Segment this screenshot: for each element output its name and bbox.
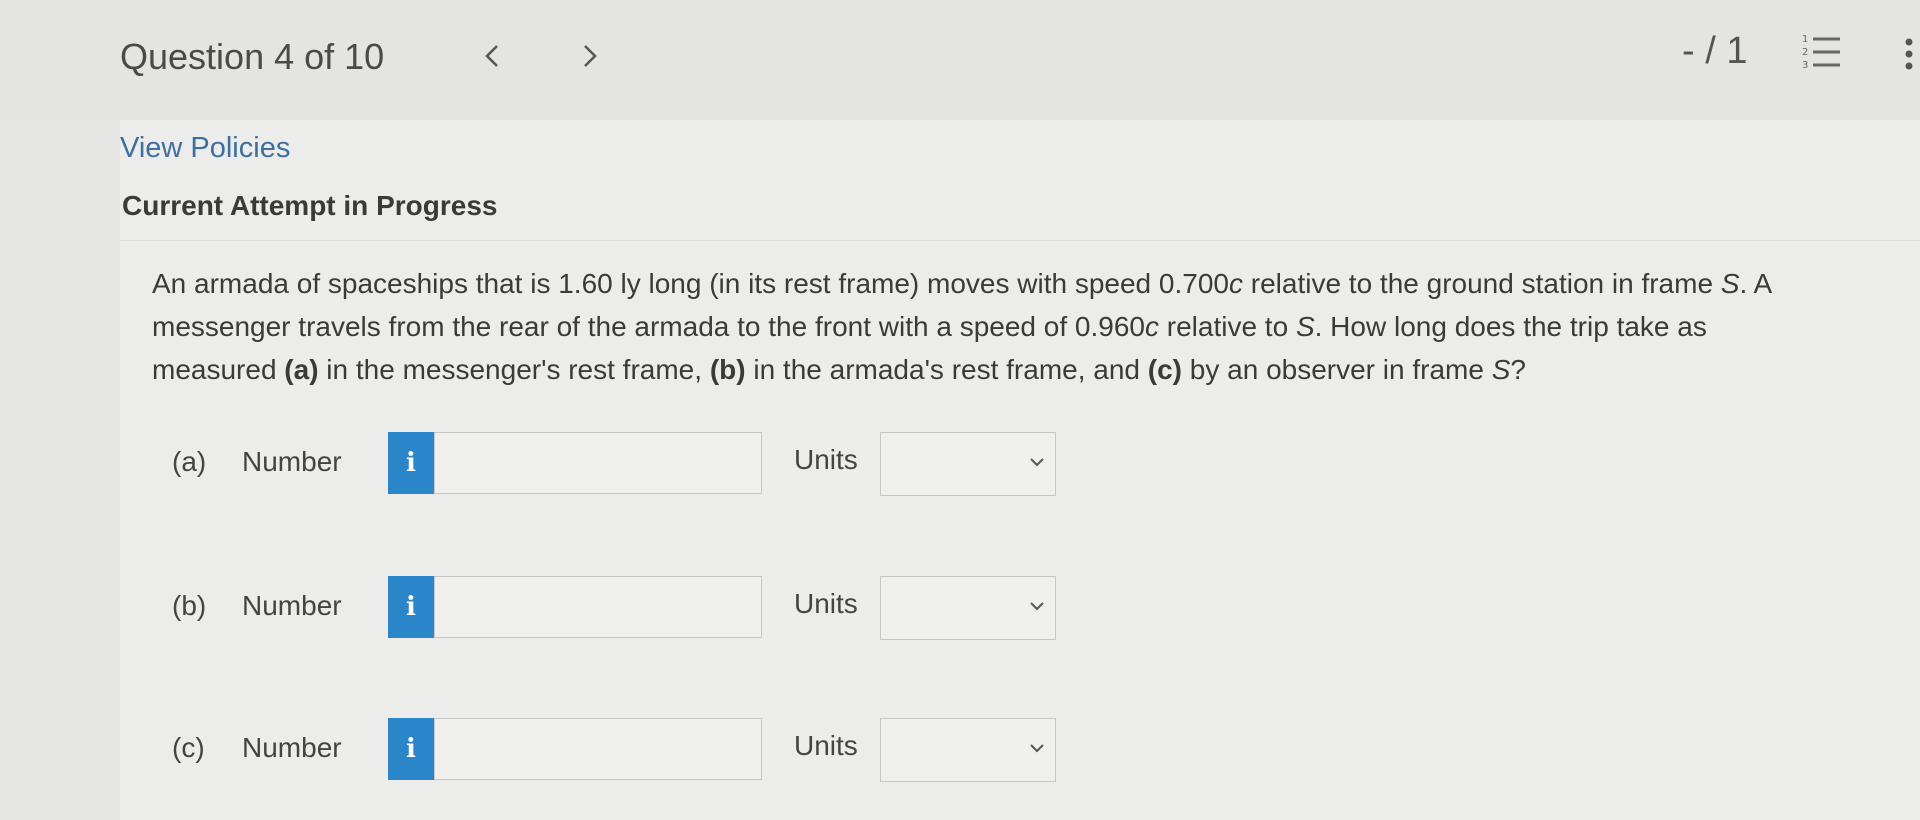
more-vertical-icon [1905, 38, 1913, 70]
question-line-2: messenger travels from the rear of the a… [152, 305, 1912, 348]
question-text-segment: measured [152, 354, 285, 385]
numbered-list-icon: 1 2 3 [1802, 34, 1840, 71]
answer-row-b: (b) Number i Units [120, 576, 1120, 640]
view-policies-link[interactable]: View Policies [120, 132, 290, 165]
question-line-3: measured (a) in the messenger's rest fra… [152, 348, 1912, 391]
svg-text:3: 3 [1802, 60, 1808, 71]
units-label: Units [794, 444, 858, 475]
question-text-segment: messenger travels from the rear of the a… [152, 311, 1145, 342]
attempt-status: Current Attempt in Progress [122, 190, 498, 221]
question-text-segment: An armada of spaceships that is 1.60 ly … [152, 268, 1229, 299]
question-list-button[interactable]: 1 2 3 [1800, 30, 1844, 74]
units-select-b[interactable] [880, 576, 1056, 640]
svg-text:2: 2 [1802, 47, 1808, 58]
chevron-down-icon [1030, 458, 1044, 467]
question-text-segment: in the armada's rest frame, and [745, 354, 1148, 385]
units-select-c[interactable] [880, 718, 1056, 782]
info-icon: i [406, 448, 416, 478]
info-icon: i [406, 734, 416, 764]
info-icon: i [406, 592, 416, 622]
question-text-segment: . How long does the trip take as [1314, 311, 1707, 342]
question-text-segment: relative to the ground station in frame [1242, 268, 1721, 299]
question-counter: Question 4 of 10 [120, 36, 385, 77]
divider [120, 240, 1920, 241]
part-marker: (b) [709, 354, 746, 385]
part-label: (b) [172, 590, 207, 621]
units-label: Units [794, 730, 858, 761]
number-label: Number [242, 732, 342, 763]
question-text-segment: relative to [1158, 311, 1296, 342]
chevron-right-icon [584, 45, 597, 67]
top-bar: Question 4 of 10 - / 1 1 2 3 [0, 0, 1920, 120]
question-panel: View Policies Current Attempt in Progres… [120, 120, 1920, 820]
chevron-down-icon [1030, 602, 1044, 611]
number-label: Number [242, 446, 342, 477]
speed-of-light-symbol: c [1144, 311, 1159, 342]
question-text: An armada of spaceships that is 1.60 ly … [152, 262, 1912, 391]
number-input-b[interactable] [434, 576, 762, 638]
number-label: Number [242, 590, 342, 621]
part-marker: (a) [284, 354, 319, 385]
answer-row-a: (a) Number i Units [120, 432, 1120, 496]
frame-symbol: S [1295, 311, 1315, 342]
units-label: Units [794, 588, 858, 619]
frame-symbol: S [1720, 268, 1740, 299]
question-line-1: An armada of spaceships that is 1.60 ly … [152, 262, 1912, 305]
previous-question-button[interactable] [474, 34, 510, 78]
info-button[interactable]: i [388, 576, 434, 638]
question-text-segment: . A [1739, 268, 1773, 299]
speed-of-light-symbol: c [1228, 268, 1243, 299]
score-display: - / 1 [1682, 30, 1748, 72]
info-button[interactable]: i [388, 718, 434, 780]
question-text-segment: ? [1510, 354, 1526, 385]
question-text-segment: by an observer in frame [1182, 354, 1492, 385]
part-label: (c) [172, 732, 205, 763]
part-label: (a) [172, 446, 207, 477]
frame-symbol: S [1491, 354, 1511, 385]
info-button[interactable]: i [388, 432, 434, 494]
number-input-a[interactable] [434, 432, 762, 494]
next-question-button[interactable] [572, 34, 608, 78]
answer-row-c: (c) Number i Units [120, 718, 1120, 782]
chevron-down-icon [1030, 744, 1044, 753]
question-text-segment: in the messenger's rest frame, [318, 354, 710, 385]
svg-text:1: 1 [1802, 34, 1808, 45]
more-options-button[interactable] [1904, 34, 1914, 74]
part-marker: (c) [1147, 354, 1183, 385]
units-select-a[interactable] [880, 432, 1056, 496]
number-input-c[interactable] [434, 718, 762, 780]
chevron-left-icon [485, 45, 498, 67]
